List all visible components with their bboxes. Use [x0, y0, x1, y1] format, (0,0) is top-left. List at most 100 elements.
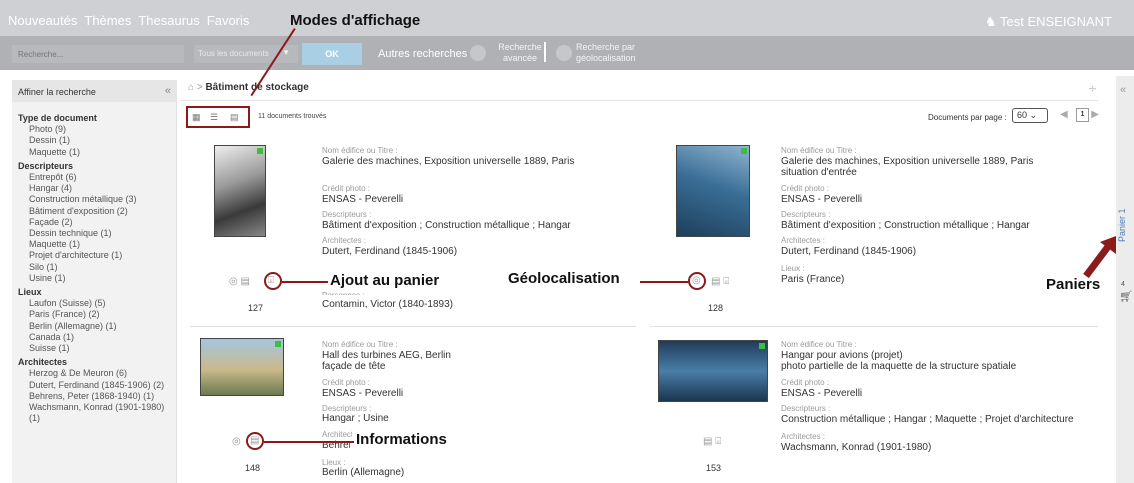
facet-item[interactable]: Canada (1) [18, 332, 176, 343]
facet-title: Type de document [18, 113, 97, 123]
persons-label: Personnes : [322, 291, 365, 295]
facet-item[interactable]: Suisse (1) [18, 343, 176, 354]
info-icon[interactable]: ▤ [703, 436, 712, 447]
annotation-line [282, 281, 328, 283]
availability-badge [759, 343, 765, 349]
architects-label: Architectes : [781, 432, 826, 441]
collapse-left-icon[interactable]: « [165, 85, 171, 97]
globe-icon[interactable]: ◎ [692, 275, 701, 286]
title-label: Nom édifice ou Titre : [781, 146, 857, 155]
card-descriptors: Bâtiment d'exposition ; Construction mét… [781, 220, 1030, 231]
advanced-search-label: Recherche avancée [498, 42, 542, 63]
facet-item[interactable]: Façade (2) [18, 217, 176, 228]
card-title[interactable]: Galerie des machines, Exposition univers… [781, 156, 1033, 167]
card-number: 127 [248, 303, 264, 313]
card-places: Berlin (Allemagne) [322, 467, 405, 478]
info-icon[interactable]: ▤ [711, 276, 720, 287]
other-searches-label: Autres recherches : [378, 48, 474, 60]
next-page-icon[interactable]: ▶ [1091, 109, 1099, 120]
breadcrumb: ⌂ > Bâtiment de stockage [188, 82, 309, 93]
info-icon[interactable]: ▤ [250, 435, 259, 446]
card-architects: Dutert, Ferdinand (1845-1906) [781, 246, 917, 257]
prev-page-icon[interactable]: ◀ [1060, 109, 1068, 120]
per-page-value: 60 [1017, 110, 1028, 120]
row-divider [650, 326, 1098, 327]
globe-icon[interactable]: ◎ [232, 436, 241, 447]
home-icon[interactable]: ⌂ [188, 82, 194, 93]
facet-item[interactable]: Entrepôt (6) [18, 172, 176, 183]
row-divider [190, 326, 636, 327]
current-page[interactable]: 1 [1076, 108, 1089, 122]
card-thumbnail[interactable] [200, 338, 284, 396]
card-subtitle: façade de tête [322, 361, 386, 372]
add-to-basket-icon[interactable]: ⌻ [723, 276, 729, 287]
top-nav: Nouveautés Thèmes Thesaurus Favoris ♞ Test … [0, 0, 1134, 36]
nav-item-nouveautes[interactable]: Nouveautés [8, 13, 77, 28]
facet-item[interactable]: Usine (1) [18, 273, 176, 284]
add-to-basket-icon[interactable]: ⌻ [268, 275, 274, 286]
per-page-select[interactable]: 60 ⌄ [1012, 108, 1048, 123]
facet-item[interactable]: Laufon (Suisse) (5) [18, 298, 176, 309]
add-to-basket-icon[interactable]: ⌻ [715, 436, 721, 447]
facet-item[interactable]: Behrens, Peter (1868-1940) (1) [18, 391, 176, 402]
search-ok-button[interactable]: OK [302, 43, 362, 65]
facet-item[interactable]: Paris (France) (2) [18, 309, 176, 320]
sidebar-header: Affiner la recherche « [12, 80, 177, 102]
card-icons: ▤ ⌻ [711, 276, 729, 287]
card-thumbnail[interactable] [214, 145, 266, 237]
facet-item[interactable]: Hangar (4) [18, 183, 176, 194]
globe-icon [556, 45, 572, 61]
credit-label: Crédit photo : [781, 378, 830, 387]
facet-item[interactable]: Berlin (Allemagne) (1) [18, 321, 176, 332]
search-divider [544, 42, 546, 62]
search-input[interactable] [12, 45, 184, 63]
card-persons: Contamin, Victor (1840-1893) [322, 299, 453, 310]
list-view-icon[interactable]: ☰ [210, 112, 220, 122]
availability-badge [275, 341, 281, 347]
nav-item-thesaurus[interactable]: Thesaurus [138, 13, 199, 28]
facet-item[interactable]: Construction métallique (3) [18, 194, 176, 205]
card-title[interactable]: Galerie des machines, Exposition univers… [322, 156, 574, 167]
facet-item[interactable]: Maquette (1) [18, 147, 176, 158]
facet-item[interactable]: Dessin (1) [18, 135, 176, 146]
grid-view-icon[interactable]: ▦ [192, 112, 202, 122]
facet-item[interactable]: Projet d'architecture (1) [18, 250, 176, 261]
cart-icon[interactable]: 🛒︎ [1119, 290, 1133, 303]
card-thumbnail[interactable] [676, 145, 750, 237]
user-name: Test ENSEIGNANT [1000, 14, 1112, 29]
architects-label: Architectes : [322, 236, 367, 245]
card-credit: ENSAS - Peverelli [322, 194, 404, 205]
nav-item-themes[interactable]: Thèmes [84, 13, 131, 28]
card-icons: ◎ ▤ [229, 276, 250, 287]
credit-label: Crédit photo : [781, 184, 830, 193]
credit-label: Crédit photo : [322, 378, 371, 387]
descriptors-label: Descripteurs : [322, 210, 372, 219]
facet-item[interactable]: Silo (1) [18, 262, 176, 273]
text-view-icon[interactable]: ▤ [230, 112, 240, 122]
facet-item[interactable]: Herzog & De Meuron (6) [18, 368, 176, 379]
card-title[interactable]: Hall des turbines AEG, Berlin [322, 350, 451, 361]
annotation-add-basket: Ajout au panier [330, 272, 440, 289]
card-credit: ENSAS - Peverelli [322, 388, 404, 399]
info-icon[interactable]: ▤ [241, 276, 250, 287]
availability-badge [741, 148, 747, 154]
header-divider [180, 100, 1098, 101]
nav-item-favoris[interactable]: Favoris [207, 13, 250, 28]
refine-sidebar: Affiner la recherche « Type de document … [12, 80, 177, 483]
annotation-view-modes: Modes d'affichage [290, 12, 421, 29]
facet-title: Architectes [18, 357, 68, 368]
facet-item[interactable]: Dessin technique (1) [18, 228, 176, 239]
facet-item[interactable]: Bâtiment d'exposition (2) [18, 206, 176, 217]
user-menu[interactable]: ♞ Test ENSEIGNANT [985, 14, 1112, 30]
collapse-right-icon[interactable]: « [1120, 84, 1126, 96]
card-architects: Wachsmann, Konrad (1901-1980) [781, 442, 932, 453]
card-title[interactable]: Hangar pour avions (projet) [781, 350, 903, 361]
globe-icon[interactable]: ◎ [229, 276, 238, 287]
facet-item[interactable]: Maquette (1) [18, 239, 176, 250]
facet-item[interactable]: Photo (9) [18, 124, 176, 135]
card-thumbnail[interactable] [658, 340, 768, 402]
per-page-label: Documents par page : [928, 113, 1007, 122]
facet-item[interactable]: Dutert, Ferdinand (1845-1906) (2) [18, 380, 176, 391]
facet-item[interactable]: Wachsmann, Konrad (1901-1980) (1) [18, 402, 176, 424]
rss-icon[interactable]: ∻ [1088, 82, 1097, 95]
